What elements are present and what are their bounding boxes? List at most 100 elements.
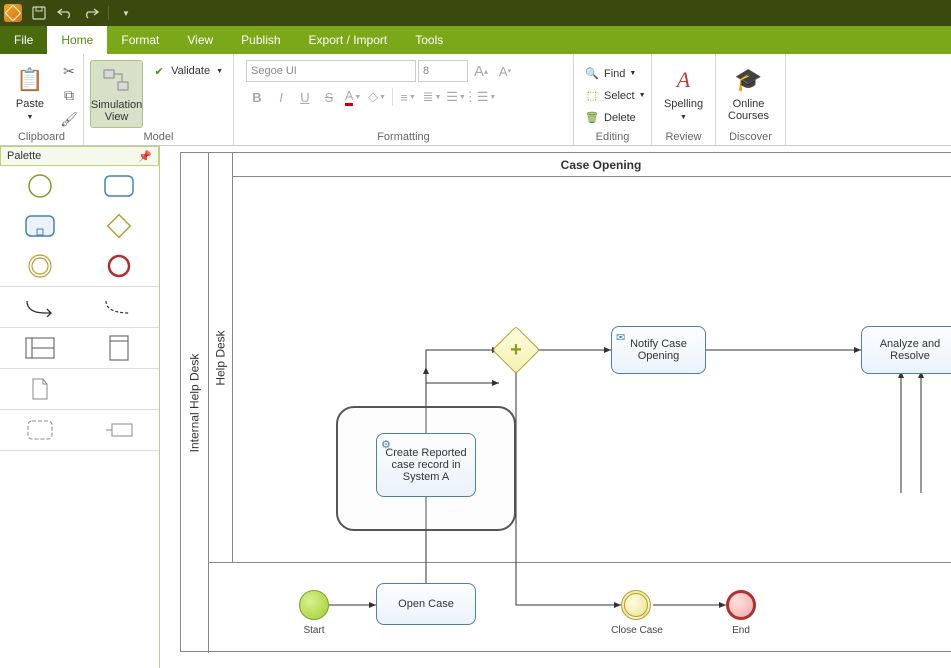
ribbon: 📋 Paste▼ ✂ ⧉ 🖌 Clipboard Simulation View… — [0, 54, 951, 146]
end-label: End — [721, 625, 761, 636]
palette-start-event[interactable] — [0, 166, 80, 206]
pool-label: Internal Help Desk — [188, 354, 202, 453]
palette-end-event[interactable] — [80, 246, 160, 286]
pin-icon[interactable]: 📌 — [138, 150, 152, 163]
spelling-button[interactable]: ASpelling▼ — [658, 60, 709, 126]
spelling-icon: A — [668, 64, 700, 96]
select-icon: ⬚ — [584, 89, 600, 102]
palette-header: Palette 📌 — [0, 146, 159, 166]
copy-icon[interactable]: ⧉ — [58, 84, 80, 106]
palette-data-object[interactable] — [0, 369, 80, 409]
delete-label: Delete — [604, 112, 636, 124]
format-painter-icon[interactable]: 🖌 — [58, 108, 80, 130]
palette-association[interactable] — [80, 287, 160, 327]
palette-subprocess[interactable] — [0, 206, 80, 246]
lane-label: Help Desk — [214, 330, 228, 385]
menu-format[interactable]: Format — [107, 26, 173, 54]
menu-view[interactable]: View — [173, 26, 227, 54]
select-label: Select — [604, 90, 635, 102]
start-label: Start — [289, 625, 339, 636]
select-button[interactable]: ⬚Select▼ — [580, 85, 650, 107]
group-review-label: Review — [658, 131, 709, 145]
find-button[interactable]: 🔍Find▼ — [580, 63, 640, 85]
palette-empty-1 — [80, 369, 160, 409]
underline-icon[interactable]: U — [294, 86, 316, 108]
palette-group[interactable] — [0, 410, 80, 450]
menu-publish[interactable]: Publish — [227, 26, 294, 54]
palette-intermediate-event[interactable] — [0, 246, 80, 286]
cut-icon[interactable]: ✂ — [58, 60, 80, 82]
numbering-icon[interactable]: ⋮☰▼ — [469, 86, 491, 108]
start-event[interactable] — [299, 590, 329, 620]
task-create-record[interactable]: ⚙Create Reported case record in System A — [376, 433, 476, 497]
pool-header[interactable]: Internal Help Desk — [181, 153, 209, 653]
qat-dropdown-icon[interactable]: ▼ — [117, 4, 135, 22]
bold-icon[interactable]: B — [246, 86, 268, 108]
font-size-input[interactable] — [418, 60, 468, 82]
palette-task[interactable] — [80, 166, 160, 206]
canvas[interactable]: Internal Help Desk Help Desk Case Openin… — [160, 146, 951, 668]
task-notify[interactable]: ✉Notify Case Opening — [611, 326, 706, 374]
palette-annotation[interactable] — [80, 410, 160, 450]
fill-color-icon[interactable]: ◇▼ — [366, 86, 388, 108]
paste-icon: 📋 — [14, 64, 46, 96]
menu-bar: File Home Format View Publish Export / I… — [0, 26, 951, 54]
menu-file[interactable]: File — [0, 26, 47, 54]
task-open-case[interactable]: Open Case — [376, 583, 476, 625]
font-color-icon[interactable]: A▼ — [342, 86, 364, 108]
end-event[interactable] — [726, 590, 756, 620]
palette-panel: Palette 📌 — [0, 146, 160, 668]
separator — [108, 6, 109, 20]
courses-label: Online Courses — [728, 98, 769, 122]
shrink-font-icon[interactable]: A▾ — [494, 60, 516, 82]
spelling-label: Spelling — [664, 98, 703, 110]
delete-button[interactable]: 🗑 Delete — [580, 107, 640, 129]
group-discover-label: Discover — [722, 131, 779, 145]
paste-label: Paste — [16, 98, 44, 110]
palette-pool[interactable] — [0, 328, 80, 368]
font-name-input[interactable] — [246, 60, 416, 82]
italic-icon[interactable]: I — [270, 86, 292, 108]
save-icon[interactable] — [30, 4, 48, 22]
task-analyze[interactable]: Analyze and Resolve — [861, 326, 951, 374]
group-formatting-label: Formatting — [240, 131, 567, 145]
strike-icon[interactable]: S — [318, 86, 340, 108]
palette-lane[interactable] — [80, 328, 160, 368]
palette-sequence-flow[interactable] — [0, 287, 80, 327]
pool[interactable]: Internal Help Desk Help Desk Case Openin… — [180, 152, 951, 652]
group-clipboard-label: Clipboard — [6, 131, 77, 145]
simulation-view-icon — [101, 65, 133, 97]
find-label: Find — [604, 68, 625, 80]
validate-button[interactable]: ✔ Validate ▼ — [147, 60, 227, 82]
palette-title: Palette — [7, 150, 41, 162]
align-left-icon[interactable]: ≡▼ — [397, 86, 419, 108]
task-create-record-label: Create Reported case record in System A — [381, 447, 471, 483]
align-middle-icon[interactable]: ≣▼ — [421, 86, 443, 108]
menu-export[interactable]: Export / Import — [295, 26, 402, 54]
task-analyze-label: Analyze and Resolve — [866, 338, 951, 362]
validate-icon: ✔ — [151, 65, 167, 78]
redo-icon[interactable] — [82, 4, 100, 22]
online-courses-button[interactable]: 🎓Online Courses — [722, 60, 775, 126]
undo-icon[interactable] — [56, 4, 74, 22]
parallel-gateway[interactable]: + — [499, 333, 533, 367]
close-label: Close Case — [606, 625, 668, 636]
menu-tools[interactable]: Tools — [401, 26, 457, 54]
paste-button[interactable]: 📋 Paste▼ — [6, 60, 54, 126]
plus-icon: + — [499, 333, 533, 367]
simulation-view-label: Simulation View — [91, 99, 142, 123]
group-editing-label: Editing — [580, 131, 645, 145]
intermediate-event[interactable] — [621, 590, 651, 620]
delete-icon: 🗑 — [584, 111, 600, 124]
workspace: Palette 📌 — [0, 146, 951, 668]
menu-home[interactable]: Home — [47, 26, 107, 54]
validate-label: Validate — [171, 65, 210, 77]
palette-gateway[interactable] — [80, 206, 160, 246]
grow-font-icon[interactable]: A▴ — [470, 60, 492, 82]
courses-icon: 🎓 — [732, 64, 764, 96]
lane[interactable]: Help Desk — [209, 153, 951, 563]
simulation-view-button[interactable]: Simulation View — [90, 60, 143, 128]
send-task-icon: ✉ — [616, 331, 625, 344]
lane-header[interactable]: Help Desk — [209, 153, 233, 563]
phase-header[interactable]: Case Opening — [233, 153, 951, 177]
